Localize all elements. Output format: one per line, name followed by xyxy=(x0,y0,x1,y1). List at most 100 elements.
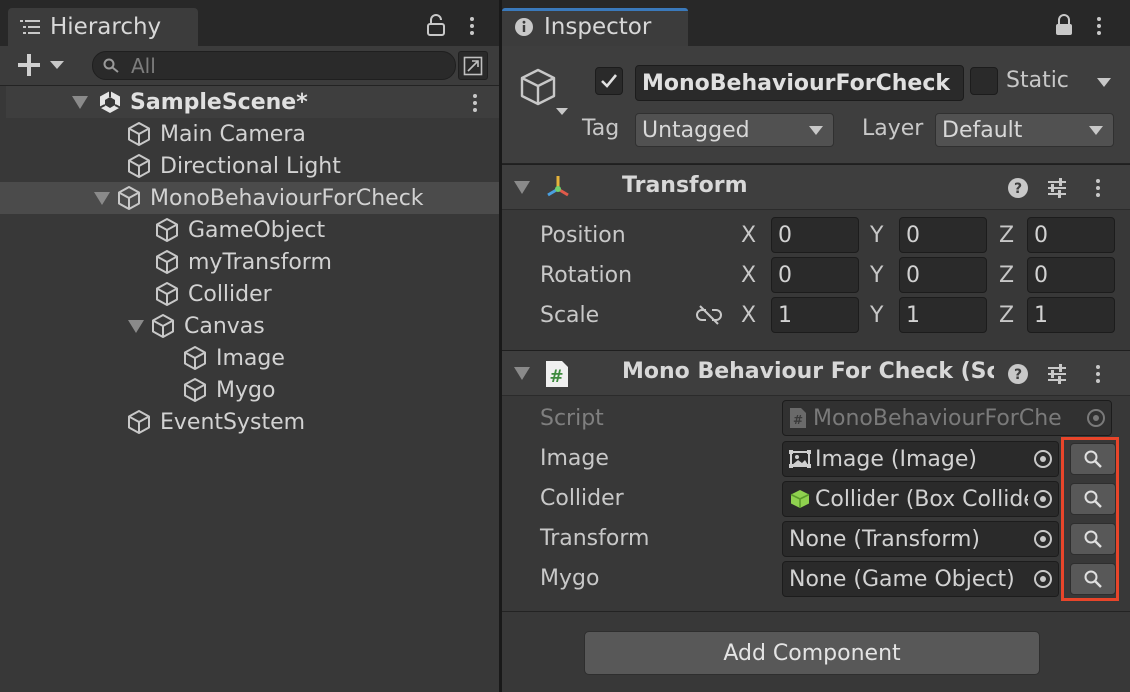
axis-z-label[interactable]: Z xyxy=(999,303,1014,328)
chevron-down-icon xyxy=(809,126,823,135)
presets-icon[interactable] xyxy=(1046,363,1068,385)
scene-menu-icon[interactable] xyxy=(471,92,479,114)
transform-icon xyxy=(544,173,572,201)
lock-closed-icon[interactable] xyxy=(1054,14,1074,36)
axis-z-label[interactable]: Z xyxy=(999,223,1014,248)
search-placeholder: All xyxy=(131,53,156,78)
tree-item-label: MonoBehaviourForCheck xyxy=(150,185,424,211)
axis-z-label[interactable]: Z xyxy=(999,263,1014,288)
object-picker-icon[interactable] xyxy=(1028,562,1058,596)
more-options-icon[interactable] xyxy=(1095,15,1103,37)
find-reference-button[interactable] xyxy=(1070,483,1116,515)
tree-item-selected[interactable]: MonoBehaviourForCheck xyxy=(0,182,499,214)
foldout-expanded-icon[interactable] xyxy=(72,95,88,109)
script-component-title: Mono Behaviour For Check (Scri xyxy=(622,359,994,384)
collider-object-field[interactable]: Collider (Box Collider) xyxy=(782,481,1059,517)
more-options-icon[interactable] xyxy=(468,15,476,37)
tree-item[interactable]: Collider xyxy=(6,278,499,310)
presets-icon[interactable] xyxy=(1046,177,1068,199)
foldout-expanded-icon[interactable] xyxy=(514,181,530,194)
object-picker-icon[interactable] xyxy=(1028,522,1058,556)
gameobject-icon[interactable] xyxy=(516,66,568,118)
axis-y-label[interactable]: Y xyxy=(870,223,883,248)
scale-y-field[interactable]: 1 xyxy=(899,297,987,333)
mygo-object-field[interactable]: None (Game Object) xyxy=(782,561,1059,597)
tree-item[interactable]: Canvas xyxy=(6,310,499,342)
script-label: Script xyxy=(540,406,604,431)
script-component-header[interactable]: # Mono Behaviour For Check (Scri ? xyxy=(502,350,1130,396)
help-icon[interactable]: ? xyxy=(1007,363,1029,385)
axis-x-label[interactable]: X xyxy=(741,303,756,328)
checkmark-icon xyxy=(601,74,618,88)
script-value: MonoBehaviourForChe xyxy=(813,405,1062,431)
position-x-field[interactable]: 0 xyxy=(771,217,859,253)
help-icon[interactable]: ? xyxy=(1007,177,1029,199)
position-label: Position xyxy=(540,223,626,248)
lock-icon[interactable] xyxy=(426,14,446,36)
svg-text:#: # xyxy=(549,367,563,387)
position-z-value: 0 xyxy=(1034,222,1048,248)
static-label: Static xyxy=(1006,68,1069,93)
rotation-x-field[interactable]: 0 xyxy=(771,257,859,293)
find-reference-button[interactable] xyxy=(1070,563,1116,595)
gameobject-header: MonoBehaviourForCheck Static Tag Untagge… xyxy=(502,46,1130,164)
static-checkbox[interactable] xyxy=(970,67,998,95)
layer-label: Layer xyxy=(862,116,924,141)
object-name: MonoBehaviourForCheck xyxy=(642,70,950,96)
scene-row[interactable]: SampleScene* xyxy=(6,86,499,118)
axis-x-label[interactable]: X xyxy=(741,263,756,288)
position-z-field[interactable]: 0 xyxy=(1027,217,1115,253)
object-picker-icon[interactable] xyxy=(1028,482,1058,516)
tree-item[interactable]: myTransform xyxy=(6,246,499,278)
component-menu-icon[interactable] xyxy=(1094,177,1102,199)
axis-y-label[interactable]: Y xyxy=(870,303,883,328)
tab-label: Inspector xyxy=(544,14,652,40)
collider-field-value: Collider (Box Collider) xyxy=(815,486,1055,512)
foldout-expanded-icon[interactable] xyxy=(94,191,110,205)
gameobject-cube-icon xyxy=(156,218,178,242)
foldout-expanded-icon[interactable] xyxy=(128,319,144,333)
static-dropdown-arrow[interactable] xyxy=(1097,78,1111,87)
constrain-proportions-icon[interactable] xyxy=(696,304,722,326)
tree-item[interactable]: Mygo xyxy=(6,374,499,406)
rotation-z-field[interactable]: 0 xyxy=(1027,257,1115,293)
position-y-field[interactable]: 0 xyxy=(899,217,987,253)
tree-item[interactable]: EventSystem xyxy=(6,406,499,438)
transform-object-field[interactable]: None (Transform) xyxy=(782,521,1059,557)
tab-inspector[interactable]: Inspector xyxy=(502,8,688,46)
position-y-value: 0 xyxy=(906,222,920,248)
axis-y-label[interactable]: Y xyxy=(870,263,883,288)
tree-item-label: myTransform xyxy=(188,249,332,275)
gameobject-cube-icon xyxy=(156,250,178,274)
expand-icon xyxy=(463,56,483,75)
active-checkbox[interactable] xyxy=(595,67,623,95)
tree-item[interactable]: GameObject xyxy=(6,214,499,246)
rotation-y-field[interactable]: 0 xyxy=(899,257,987,293)
tag-dropdown[interactable]: Untagged xyxy=(635,113,834,147)
search-input[interactable]: All xyxy=(92,51,456,80)
image-object-field[interactable]: Image (Image) xyxy=(782,441,1059,477)
object-name-field[interactable]: MonoBehaviourForCheck xyxy=(635,65,964,101)
gameobject-cube-icon xyxy=(184,346,206,370)
gameobject-cube-icon xyxy=(156,282,178,306)
add-component-button[interactable]: Add Component xyxy=(584,631,1040,675)
tree-item[interactable]: Main Camera xyxy=(6,118,499,150)
find-reference-button[interactable] xyxy=(1070,523,1116,555)
scale-x-field[interactable]: 1 xyxy=(771,297,859,333)
tree-item[interactable]: Directional Light xyxy=(6,150,499,182)
search-options-button[interactable] xyxy=(458,51,488,80)
gameobject-cube-icon xyxy=(184,378,206,402)
component-menu-icon[interactable] xyxy=(1094,363,1102,385)
plus-icon xyxy=(18,54,40,76)
magnifier-icon xyxy=(1084,450,1102,468)
create-button[interactable] xyxy=(16,52,64,78)
object-picker-icon[interactable] xyxy=(1028,442,1058,476)
find-reference-button[interactable] xyxy=(1070,443,1116,475)
tree-item[interactable]: Image xyxy=(6,342,499,374)
foldout-expanded-icon[interactable] xyxy=(514,367,530,380)
scale-z-field[interactable]: 1 xyxy=(1027,297,1115,333)
layer-dropdown[interactable]: Default xyxy=(935,113,1114,147)
transform-header[interactable]: Transform ? xyxy=(502,164,1130,210)
axis-x-label[interactable]: X xyxy=(741,223,756,248)
tab-hierarchy[interactable]: Hierarchy xyxy=(8,8,198,46)
